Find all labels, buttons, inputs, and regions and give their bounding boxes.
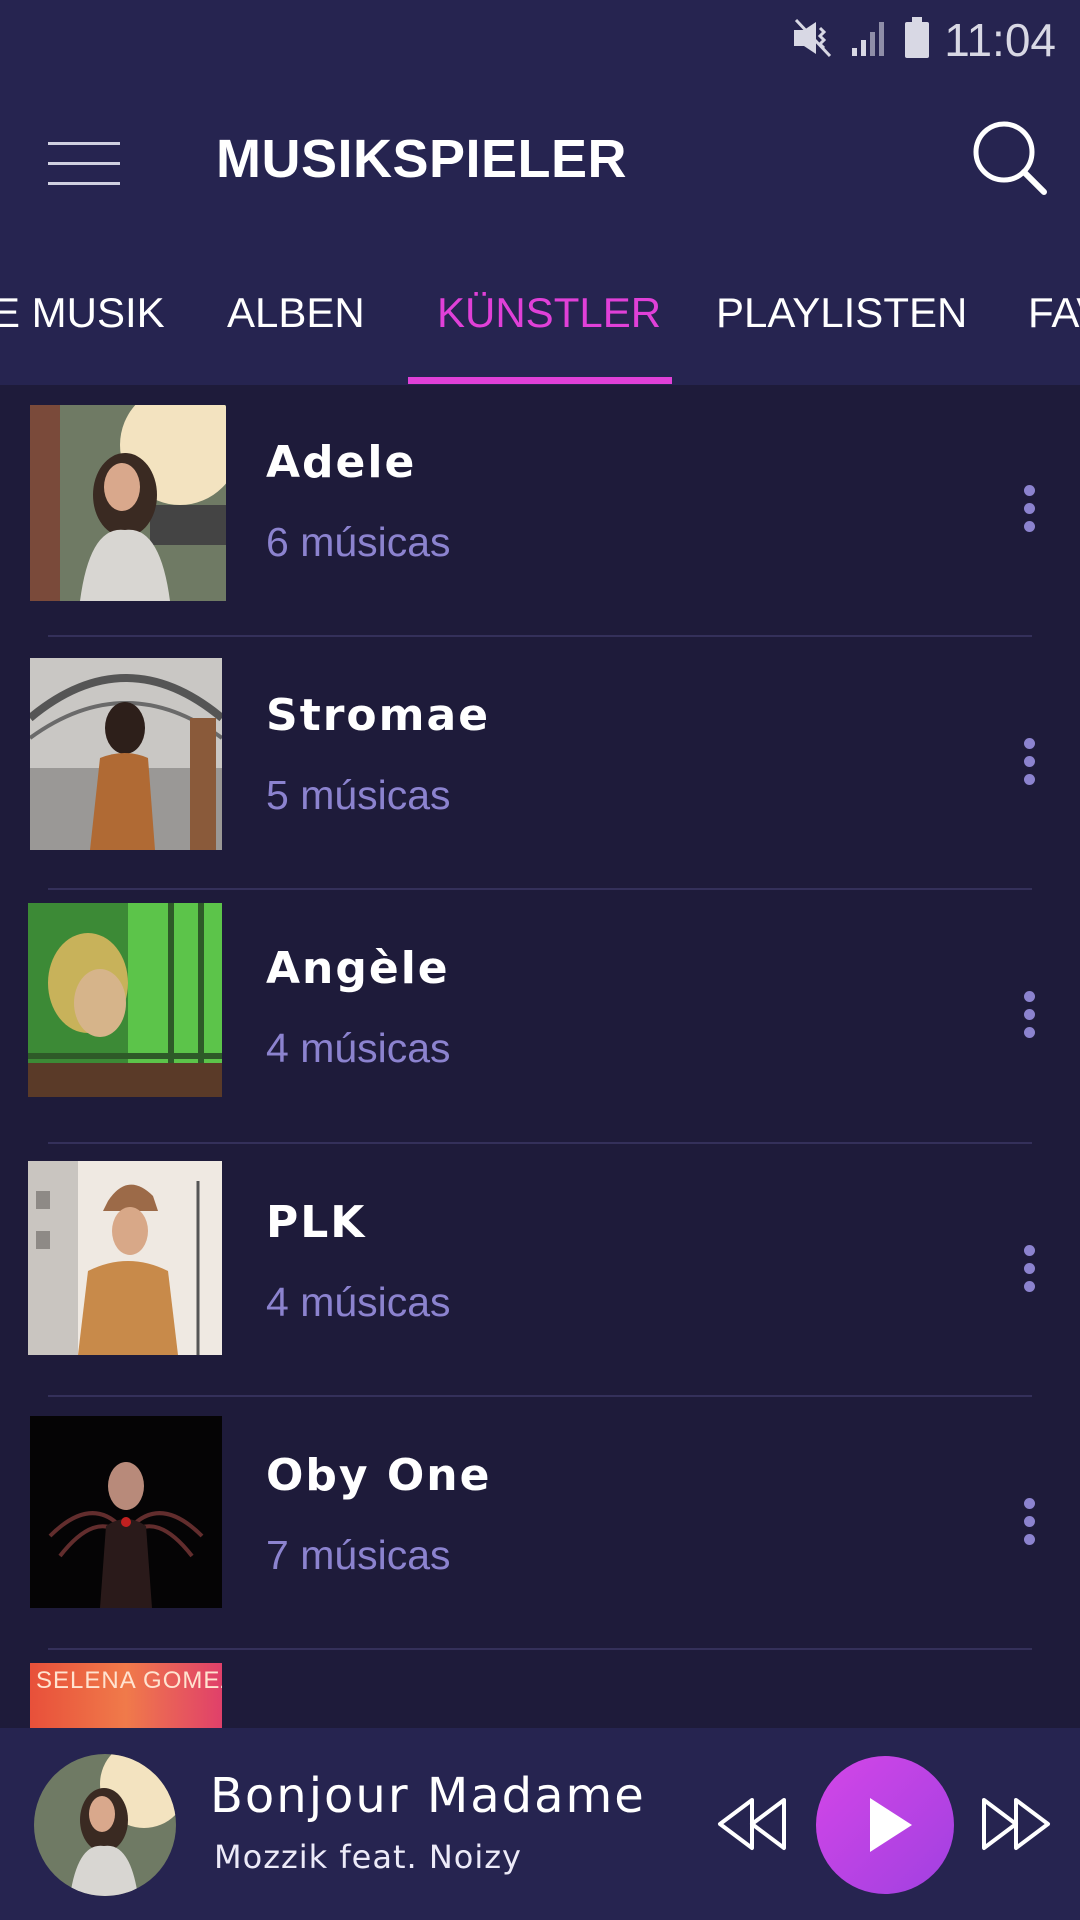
artist-song-count: 7 músicas [266,1532,451,1578]
status-icons: 11:04 [790,10,1056,70]
artist-name: Oby One [266,1450,492,1501]
artist-thumbnail [28,903,222,1097]
tab-favoriten[interactable]: FAV [1028,225,1080,385]
artist-thumbnail [30,658,222,850]
artist-name: Angèle [266,943,450,994]
artist-name: PLK [266,1197,367,1248]
now-playing-artist: Mozzik feat. Noizy [214,1838,522,1876]
more-options-icon[interactable] [1014,1498,1044,1558]
album-art-text: SELENA GOMEZ [36,1667,222,1694]
artist-name: Adele [266,437,417,488]
status-time: 11:04 [944,14,1056,66]
divider [48,1395,1032,1397]
artist-thumbnail [30,1416,222,1608]
artist-name: Stromae [266,690,491,741]
status-bar: 11:04 [0,0,1080,80]
more-options-icon[interactable] [1014,485,1044,545]
more-options-icon[interactable] [1014,991,1044,1051]
play-button[interactable] [816,1756,954,1894]
artist-thumbnail [30,405,226,601]
artist-thumbnail: SELENA GOMEZ [30,1663,222,1728]
now-playing-title: Bonjour Madame [210,1768,646,1824]
artist-song-count: 5 músicas [266,772,451,818]
play-icon [870,1798,912,1852]
active-tab-indicator [408,377,672,384]
rewind-icon[interactable] [716,1796,788,1856]
fast-forward-icon[interactable] [980,1796,1052,1856]
artist-thumbnail [28,1161,222,1355]
tab-musik[interactable]: E MUSIK [0,225,165,385]
artist-row-angele[interactable]: Angèle 4 músicas [0,891,1080,1144]
tab-bar: E MUSIK ALBEN KÜNSTLER PLAYLISTEN FAV [0,225,1080,385]
more-options-icon[interactable] [1014,1245,1044,1305]
mute-vibrate-icon [790,18,836,62]
artist-song-count: 4 músicas [266,1025,451,1071]
artist-row-oby-one[interactable]: Oby One 7 músicas [0,1398,1080,1651]
signal-icon [850,18,890,62]
battery-icon [904,17,930,63]
tab-kuenstler[interactable]: KÜNSTLER [437,225,661,385]
artist-song-count: 4 músicas [266,1279,451,1325]
hamburger-menu-icon[interactable] [48,132,120,192]
page-title: MUSIKSPIELER [216,129,628,189]
artist-song-count: 6 músicas [266,519,451,565]
artist-row-partial[interactable]: SELENA GOMEZ [0,1651,1080,1728]
divider [48,1142,1032,1144]
artist-list: Adele 6 músicas Stromae 5 músicas Angèle… [0,385,1080,1728]
divider [48,635,1032,637]
divider [48,888,1032,890]
now-playing-artwork [34,1754,176,1896]
search-icon[interactable] [970,118,1050,198]
artist-row-stromae[interactable]: Stromae 5 músicas [0,638,1080,891]
tab-alben[interactable]: ALBEN [227,225,365,385]
now-playing-bar[interactable]: Bonjour Madame Mozzik feat. Noizy [0,1728,1080,1920]
artist-row-adele[interactable]: Adele 6 músicas [0,385,1080,638]
artist-row-plk[interactable]: PLK 4 músicas [0,1145,1080,1398]
more-options-icon[interactable] [1014,738,1044,798]
divider [48,1648,1032,1650]
tab-playlisten[interactable]: PLAYLISTEN [716,225,967,385]
